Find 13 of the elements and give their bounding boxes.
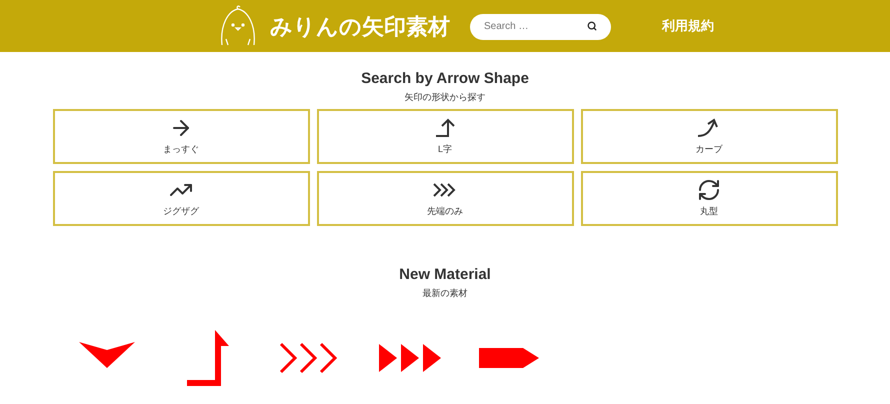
- section-title: New Material: [399, 265, 491, 285]
- shape-card[interactable]: 先端のみ: [316, 171, 574, 226]
- search-field[interactable]: Search …: [470, 14, 611, 40]
- section-title: Search by Arrow Shape: [361, 69, 529, 89]
- shape-card[interactable]: まっすぐ: [52, 109, 310, 164]
- chick-logo-icon: [218, 5, 258, 47]
- section-subtitle: 最新の素材: [422, 287, 468, 300]
- shape-card[interactable]: 丸型: [580, 171, 838, 226]
- section-subtitle: 矢印の形状から探す: [404, 91, 486, 104]
- shape-card[interactable]: L字: [316, 109, 574, 164]
- shape-card[interactable]: ジグザグ: [52, 171, 310, 226]
- search-icon[interactable]: [587, 21, 597, 31]
- shape-card[interactable]: カーブ: [580, 109, 838, 164]
